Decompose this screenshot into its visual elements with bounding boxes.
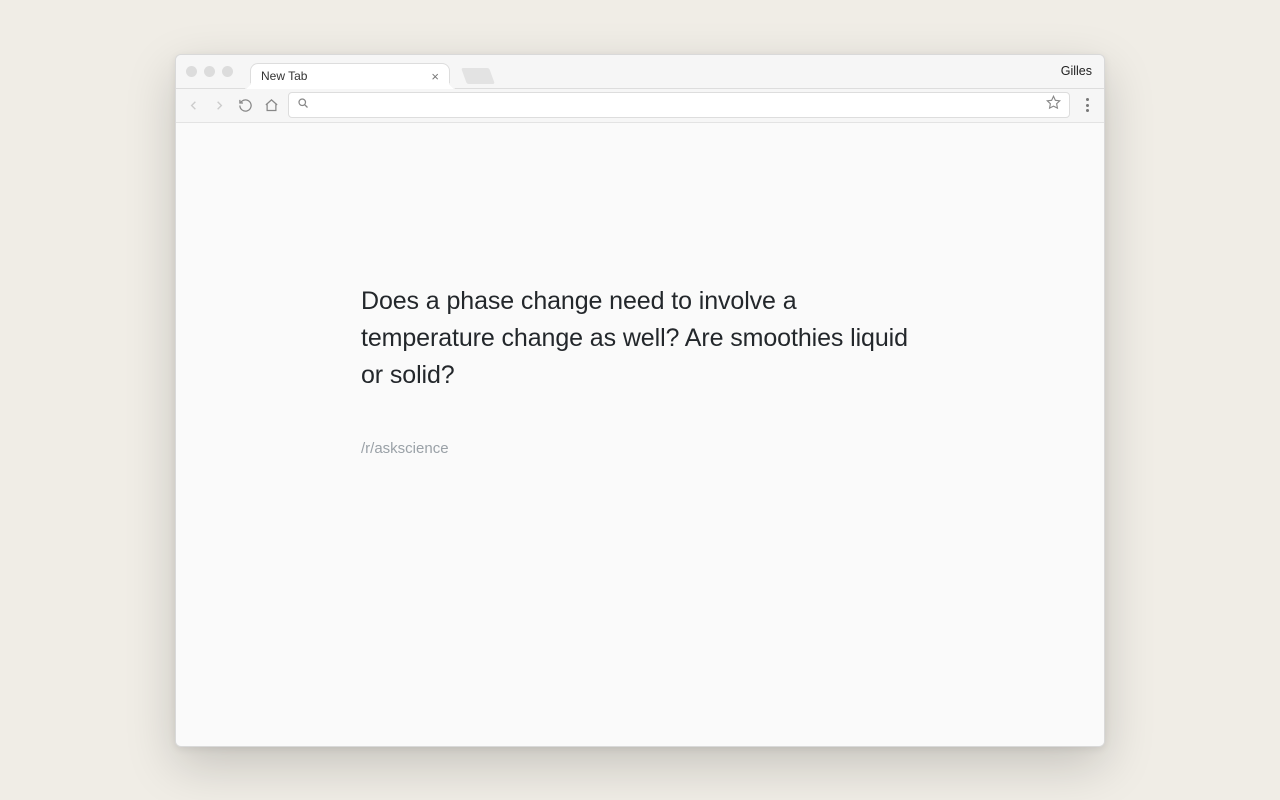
home-button[interactable] <box>262 96 280 114</box>
new-tab-button[interactable] <box>461 68 495 84</box>
overflow-menu-icon[interactable] <box>1078 94 1096 116</box>
browser-tab[interactable]: New Tab × <box>250 63 450 89</box>
toolbar <box>176 89 1104 123</box>
page-content: Does a phase change need to involve a te… <box>176 123 1104 746</box>
reload-button[interactable] <box>236 96 254 114</box>
headline-text: Does a phase change need to involve a te… <box>361 283 919 394</box>
profile-name[interactable]: Gilles <box>1061 64 1092 78</box>
back-button[interactable] <box>184 96 202 114</box>
tab-title: New Tab <box>261 69 307 83</box>
address-input[interactable] <box>317 98 1038 113</box>
window-minimize-button[interactable] <box>204 66 215 77</box>
window-maximize-button[interactable] <box>222 66 233 77</box>
bookmark-star-icon[interactable] <box>1046 95 1061 115</box>
address-bar[interactable] <box>288 92 1070 118</box>
forward-button[interactable] <box>210 96 228 114</box>
tab-close-icon[interactable]: × <box>431 70 439 83</box>
titlebar: New Tab × Gilles <box>176 55 1104 89</box>
window-close-button[interactable] <box>186 66 197 77</box>
browser-window: New Tab × Gilles <box>175 54 1105 747</box>
search-icon <box>297 96 309 114</box>
window-controls <box>186 66 233 77</box>
source-label: /r/askscience <box>361 440 919 457</box>
